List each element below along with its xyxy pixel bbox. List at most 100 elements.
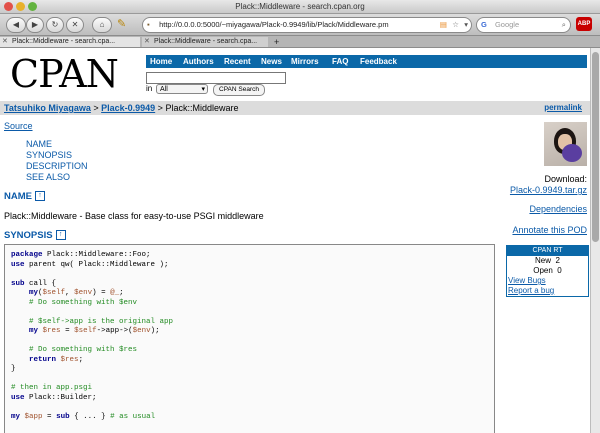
download-label: Download: (544, 174, 587, 184)
code-line: use parent qw( Plack::Middleware ); (11, 260, 169, 269)
breadcrumb: Tatsuhiko Miyagawa > Plack-0.9949 > Plac… (0, 101, 590, 115)
name-heading-text: NAME (4, 191, 32, 202)
toc-item[interactable]: NAME (26, 139, 88, 150)
tab-close-icon[interactable]: ✕ (2, 37, 8, 47)
page-content: CPAN Home Authors Recent News Mirrors FA… (0, 48, 590, 433)
search-scope-value: All (160, 86, 168, 93)
close-window-button[interactable] (4, 2, 13, 11)
chevron-down-icon: ▾ (201, 86, 205, 93)
breadcrumb-author[interactable]: Tatsuhiko Miyagawa (4, 103, 91, 113)
reload-button[interactable]: ↻ (46, 17, 64, 33)
rss-icon[interactable]: ▤ (440, 18, 447, 32)
tab-2[interactable]: ✕ Plack::Middleware - search.cpa... (142, 37, 268, 47)
breadcrumb-path: Tatsuhiko Miyagawa > Plack-0.9949 > Plac… (4, 101, 238, 115)
breadcrumb-separator: > (155, 103, 166, 113)
cpan-search-input[interactable] (146, 72, 286, 84)
source-link[interactable]: Source (4, 121, 33, 131)
window-title-bar: Plack::Middleware - search.cpan.org (0, 0, 600, 14)
code-line: # then in app.psgi (11, 384, 93, 392)
code-line: my $app = sub { ... } # as usual (11, 412, 156, 421)
google-icon: G (481, 20, 487, 29)
adblock-icon[interactable]: ABP (576, 17, 592, 31)
zoom-window-button[interactable] (28, 2, 37, 11)
table-of-contents: NAME SYNOPSIS DESCRIPTION SEE ALSO (26, 139, 88, 183)
download-link[interactable]: Plack-0.9949.tar.gz (510, 185, 587, 195)
nav-home[interactable]: Home (150, 55, 172, 68)
permalink-link[interactable]: permalink (544, 101, 582, 115)
nav-mirrors[interactable]: Mirrors (291, 55, 319, 68)
cpan-search-button[interactable]: CPAN Search (213, 84, 265, 96)
scrollbar-thumb[interactable] (592, 52, 599, 242)
rt-new-row: New 2 (507, 256, 588, 266)
search-placeholder: Google (494, 20, 520, 29)
code-line: # $self->app is the original app (29, 317, 174, 326)
rt-new-count: 2 (555, 256, 560, 265)
report-bug-link[interactable]: Report a bug (507, 286, 588, 296)
breadcrumb-dist[interactable]: Plack-0.9949 (101, 103, 155, 113)
nav-faq[interactable]: FAQ (332, 55, 348, 68)
nav-authors[interactable]: Authors (183, 55, 214, 68)
tab-label: Plack::Middleware - search.cpa... (12, 38, 116, 45)
breadcrumb-module: Plack::Middleware (165, 103, 239, 113)
code-line: package Plack::Middleware::Foo; (11, 251, 151, 259)
up-arrow-icon[interactable]: ↑ (55, 230, 66, 240)
forward-arrow-icon: ▶ (31, 20, 39, 29)
tab-1[interactable]: ✕ Plack::Middleware - search.cpa... (0, 37, 140, 47)
home-button[interactable]: ⌂ (92, 17, 112, 33)
rt-open-label: Open (533, 266, 553, 275)
breadcrumb-separator: > (90, 103, 102, 113)
rt-open-row: Open 0 (507, 266, 588, 276)
annotate-pod-link[interactable]: Annotate this POD (512, 225, 587, 235)
forward-button[interactable]: ▶ (26, 17, 44, 33)
nav-feedback[interactable]: Feedback (360, 55, 397, 68)
url-text: http://0.0.0.0:5000/~miyagawa/Plack-0.99… (159, 20, 389, 29)
back-arrow-icon: ◀ (12, 20, 20, 29)
vertical-scrollbar[interactable] (590, 48, 600, 433)
dependencies-link[interactable]: Dependencies (529, 204, 587, 214)
toc-item[interactable]: SYNOPSIS (26, 150, 88, 161)
web-search-box[interactable]: G Google ⌕ (476, 17, 571, 33)
nav-news[interactable]: News (261, 55, 282, 68)
cpan-logo[interactable]: CPAN (10, 55, 142, 93)
reload-icon: ↻ (51, 20, 59, 29)
back-button[interactable]: ◀ (6, 17, 26, 33)
new-tab-button[interactable]: + (271, 37, 285, 47)
stop-button[interactable]: ✕ (66, 17, 84, 33)
site-favicon: ▪ (147, 20, 150, 29)
bookmark-star-icon[interactable]: ☆ (452, 18, 459, 32)
avatar-object (562, 144, 582, 162)
nav-recent[interactable]: Recent (224, 55, 251, 68)
code-line: sub call { (11, 279, 57, 288)
toc-item[interactable]: SEE ALSO (26, 172, 88, 183)
author-avatar (544, 122, 587, 166)
name-heading: NAME ↑ (4, 191, 45, 202)
toc-item[interactable]: DESCRIPTION (26, 161, 88, 172)
code-line: # Do something with $res (29, 346, 138, 354)
browser-toolbar: ◀ ▶ ↻ ✕ ⌂ ✎ ▪ http://0.0.0.0:5000/~miyag… (0, 14, 600, 36)
synopsis-heading-text: SYNOPSIS (4, 230, 53, 241)
code-line: } (11, 365, 16, 373)
code-line: my $res = $self->app->($env); (29, 327, 160, 335)
tab-close-icon[interactable]: ✕ (144, 37, 150, 47)
view-bugs-link[interactable]: View Bugs (507, 276, 588, 286)
broom-icon[interactable]: ✎ (117, 17, 126, 30)
up-arrow-icon[interactable]: ↑ (34, 191, 45, 201)
code-line: use Plack::Builder; (11, 393, 97, 402)
module-description: Plack::Middleware - Base class for easy-… (4, 211, 264, 221)
search-scope-select[interactable]: All ▾ (156, 84, 208, 94)
synopsis-heading: SYNOPSIS ↑ (4, 230, 66, 241)
search-icon[interactable]: ⌕ (562, 18, 566, 32)
synopsis-code-block: package Plack::Middleware::Foo; use paren… (4, 244, 495, 433)
cpan-rt-box: CPAN RT New 2 Open 0 View Bugs Report a … (506, 245, 589, 297)
window-title: Plack::Middleware - search.cpan.org (235, 2, 365, 11)
minimize-window-button[interactable] (16, 2, 25, 11)
code-line: # Do something with $env (29, 298, 138, 307)
home-icon: ⌂ (99, 20, 105, 29)
url-dropdown-icon[interactable]: ▾ (464, 18, 468, 32)
tab-bar: ✕ Plack::Middleware - search.cpa... ✕ Pl… (0, 36, 600, 48)
url-bar[interactable]: ▪ http://0.0.0.0:5000/~miyagawa/Plack-0.… (142, 17, 472, 33)
rt-header: CPAN RT (507, 246, 588, 256)
